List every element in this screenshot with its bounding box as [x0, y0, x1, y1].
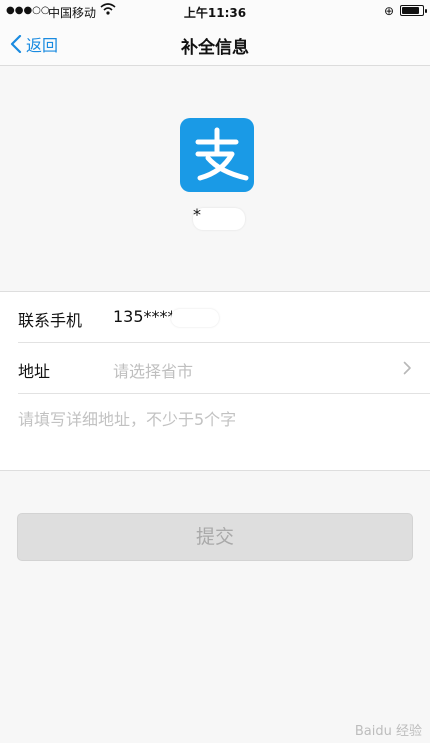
status-bar: ●●●○○ 中国移动 上午11:36 ⊕ — [0, 0, 430, 22]
navigation-bar: 返回 补全信息 — [0, 22, 430, 66]
region-select[interactable]: 请选择省市 — [113, 358, 193, 382]
address-row[interactable]: 地址 请选择省市 — [18, 343, 430, 394]
detail-address-input[interactable] — [18, 404, 413, 434]
phone-value: 135**** — [113, 307, 176, 326]
baidu-watermark: Baidu 经验 — [354, 724, 422, 739]
alipay-icon — [195, 127, 249, 181]
page-title: 补全信息 — [181, 38, 249, 58]
submit-button[interactable]: 提交 — [17, 513, 413, 561]
chevron-right-icon — [403, 361, 411, 375]
status-time: 上午11:36 — [183, 6, 247, 20]
phone-row: 联系手机 135**** — [18, 292, 430, 343]
phone-redaction — [171, 309, 219, 327]
address-label: 地址 — [18, 362, 51, 381]
alipay-logo — [180, 118, 254, 192]
battery-level — [402, 7, 419, 14]
battery-icon — [400, 5, 427, 16]
orientation-lock-icon: ⊕ — [383, 4, 394, 18]
account-name: * — [193, 205, 201, 224]
info-form: 联系手机 135**** 地址 请选择省市 — [0, 291, 430, 471]
phone-label: 联系手机 — [18, 311, 83, 330]
